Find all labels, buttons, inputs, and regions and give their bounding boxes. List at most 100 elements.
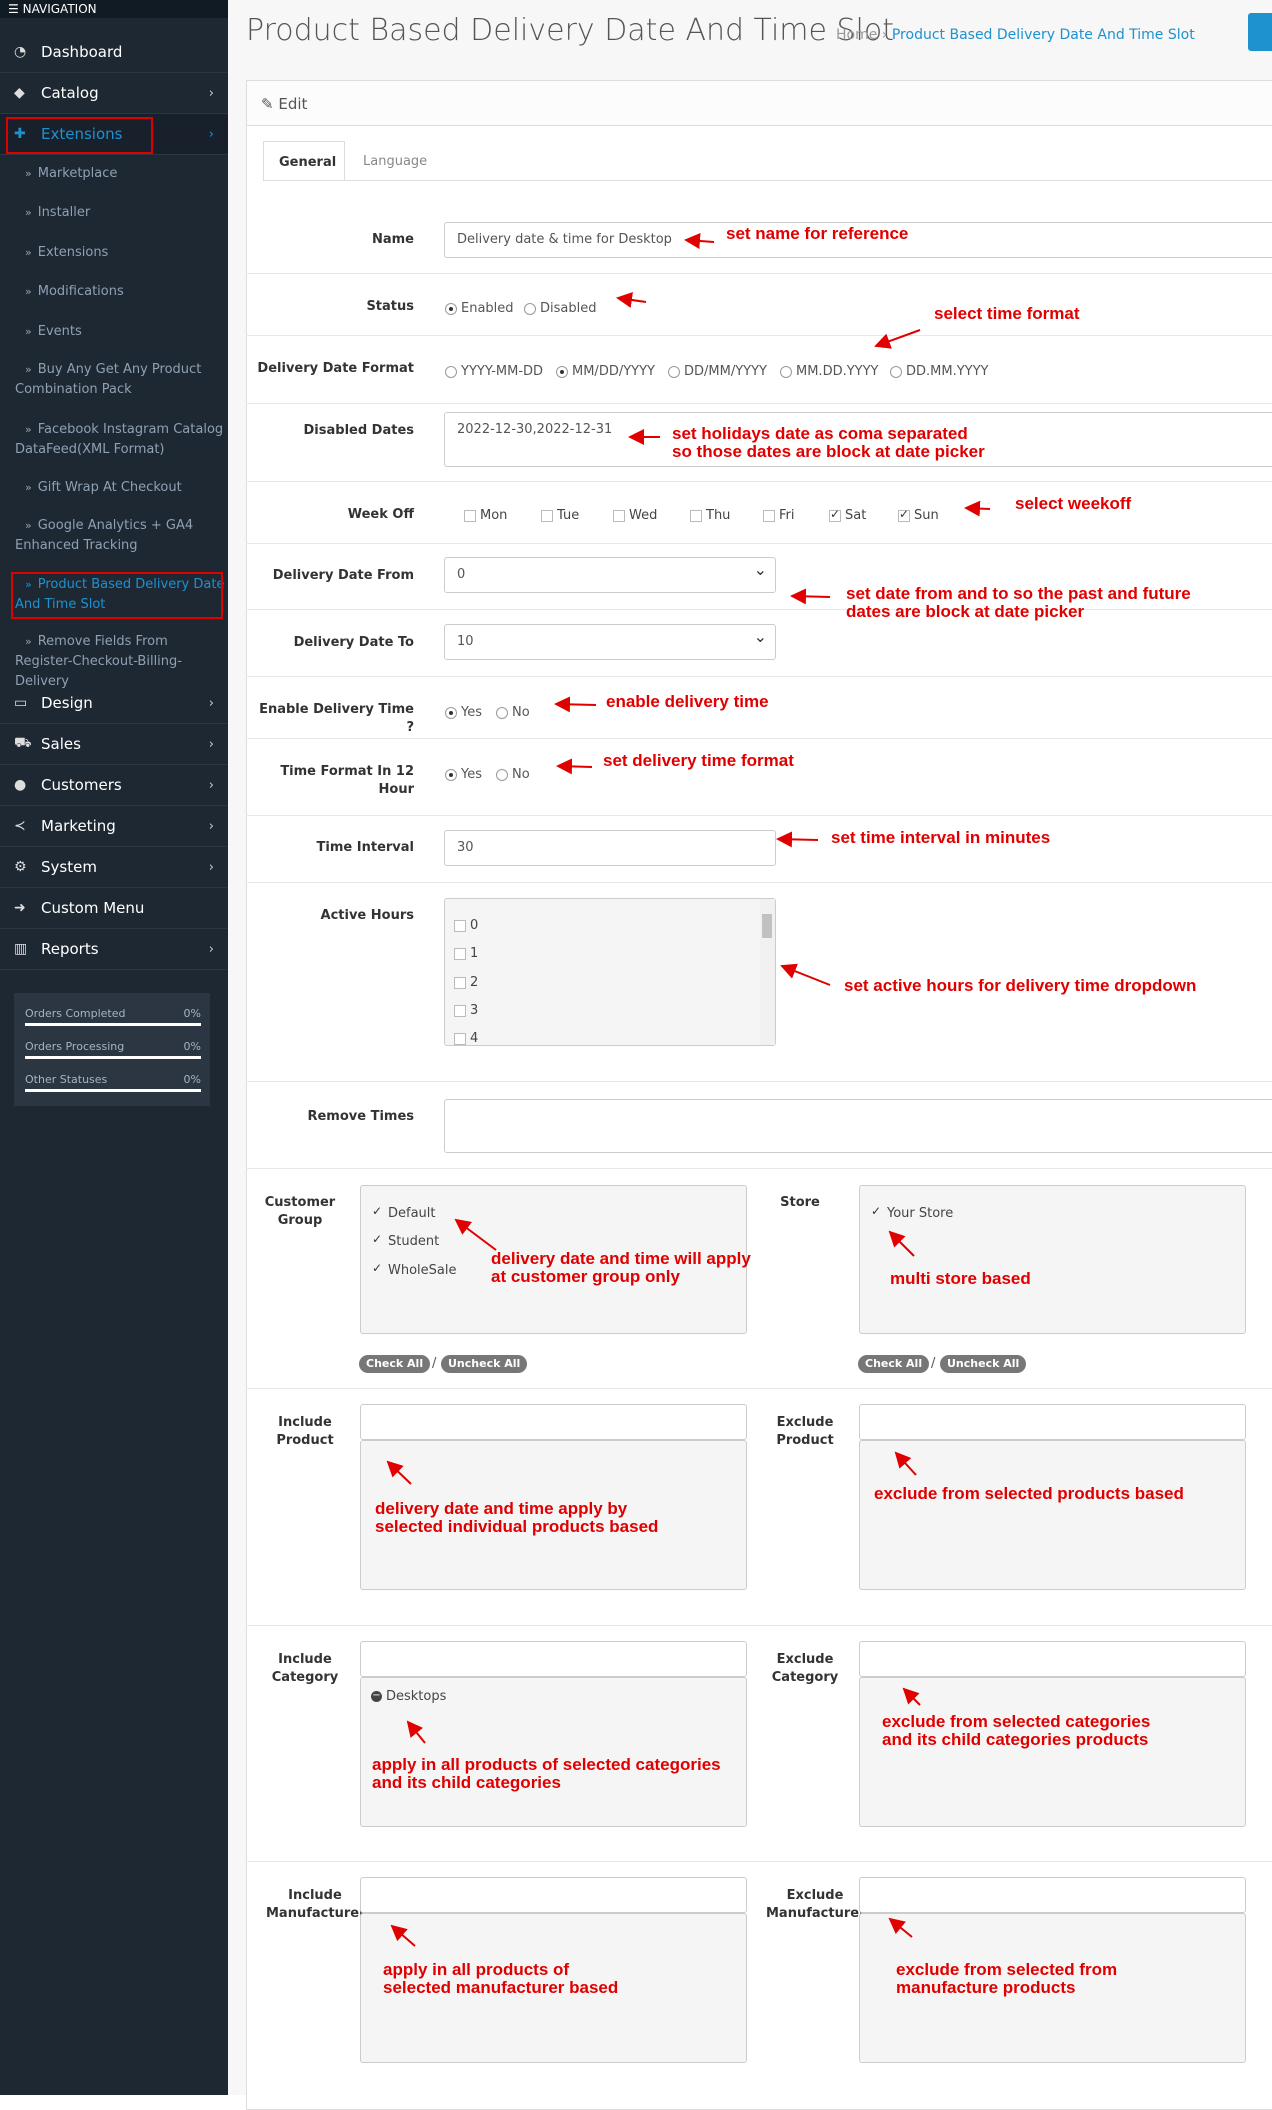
date-to-select[interactable]: 10 <box>444 624 776 660</box>
store-uncheck-all-button[interactable]: Uncheck All <box>940 1355 1027 1373</box>
annotation-include-product: delivery date and time apply by selected … <box>375 1499 659 1536</box>
submenu-buy-any-get-any[interactable]: » Buy Any Get Any Product Combination Pac… <box>15 360 225 400</box>
annotation-date-range: set date from and to so the past and fut… <box>846 584 1191 621</box>
submenu-events[interactable]: » Events <box>15 322 225 342</box>
divider <box>246 1625 1272 1626</box>
double-chevron-icon: » <box>25 423 32 436</box>
double-chevron-icon: » <box>25 363 32 376</box>
chevron-right-icon: › <box>208 818 214 834</box>
include-product-input[interactable] <box>360 1404 747 1440</box>
submenu-modifications[interactable]: » Modifications <box>15 282 225 302</box>
time-interval-input[interactable]: 30 <box>444 830 776 866</box>
chevron-right-icon: › <box>208 941 214 957</box>
divider <box>246 481 1272 482</box>
submenu-installer[interactable]: » Installer <box>15 203 225 223</box>
chevron-right-icon: › <box>208 859 214 875</box>
active-hour-item[interactable]: 3 <box>454 1003 478 1018</box>
include-manufacturer-input[interactable] <box>360 1877 747 1913</box>
minus-circle-icon[interactable]: − <box>371 1691 382 1702</box>
remove-times-textarea[interactable] <box>444 1099 1272 1153</box>
disabled-dates-label: Disabled Dates <box>303 423 415 438</box>
date-format-mm-dd-yyyy[interactable]: MM/DD/YYYY <box>556 364 655 379</box>
customer-check-all-button[interactable]: Check All <box>359 1355 431 1373</box>
active-hours-list[interactable] <box>444 898 776 1046</box>
chevron-right-icon: › <box>208 736 214 752</box>
scrollbar-thumb[interactable] <box>762 914 772 938</box>
customer-group-wholesale[interactable]: WholeSale <box>372 1261 457 1279</box>
exclude-product-input[interactable] <box>859 1404 1246 1440</box>
weekoff-mon-checkbox[interactable]: Mon <box>464 508 507 523</box>
status-disabled-radio[interactable]: Disabled <box>524 301 596 316</box>
active-hour-item[interactable]: 0 <box>454 918 478 933</box>
double-chevron-icon: » <box>25 635 32 648</box>
time-interval-label: Time Interval <box>316 840 414 855</box>
time-format-no-radio[interactable]: No <box>496 767 530 782</box>
time-format-yes-radio[interactable]: Yes <box>445 767 482 782</box>
menu-item-design[interactable]: ▭ Design › <box>0 683 228 724</box>
tab-general[interactable]: General <box>263 141 345 181</box>
store-check-all-button[interactable]: Check All <box>858 1355 930 1373</box>
menu-item-sales[interactable]: ⛟ Sales › <box>0 724 228 765</box>
date-format-dd-mm-yyyy-dot[interactable]: DD.MM.YYYY <box>890 364 988 379</box>
exclude-manufacturer-input[interactable] <box>859 1877 1246 1913</box>
divider <box>246 1168 1272 1169</box>
submenu-gift-wrap[interactable]: » Gift Wrap At Checkout <box>15 478 225 498</box>
enable-time-no-radio[interactable]: No <box>496 705 530 720</box>
enable-time-yes-radio[interactable]: Yes <box>445 705 482 720</box>
weekoff-sat-checkbox[interactable]: Sat <box>829 507 866 523</box>
double-chevron-icon: » <box>25 481 32 494</box>
active-hour-item[interactable]: 1 <box>454 946 478 961</box>
weekoff-sun-checkbox[interactable]: Sun <box>898 507 939 523</box>
customer-group-default[interactable]: Default <box>372 1204 436 1222</box>
weekoff-thu-checkbox[interactable]: Thu <box>690 508 730 523</box>
divider <box>246 403 1272 404</box>
exclude-category-well <box>859 1677 1246 1827</box>
menu-item-marketing[interactable]: ≺ Marketing › <box>0 806 228 847</box>
date-format-dd-mm-yyyy[interactable]: DD/MM/YYYY <box>668 364 767 379</box>
include-category-input[interactable] <box>360 1641 747 1677</box>
highlight-extensions <box>6 117 153 154</box>
submenu-google-analytics[interactable]: » Google Analytics + GA4 Enhanced Trackin… <box>15 516 225 556</box>
exclude-manufacturer-label: Exclude Manufacturer <box>766 1888 866 1921</box>
tab-language[interactable]: Language <box>348 141 438 181</box>
menu-item-custom-menu[interactable]: ➜ Custom Menu <box>0 888 228 929</box>
weekoff-fri-checkbox[interactable]: Fri <box>763 508 795 523</box>
hamburger-icon[interactable]: ☰ <box>8 2 19 16</box>
store-your-store[interactable]: Your Store <box>871 1204 953 1222</box>
date-format-mm-dd-yyyy-dot[interactable]: MM.DD.YYYY <box>780 364 878 379</box>
annotation-enable-time: enable delivery time <box>606 692 769 711</box>
stat-orders-processing: Orders Processing 0% <box>25 1040 201 1059</box>
annotation-exclude-product: exclude from selected products based <box>874 1484 1184 1503</box>
progress-bar <box>25 1089 201 1092</box>
chevron-right-icon: › <box>208 85 214 101</box>
breadcrumb-home[interactable]: Home <box>836 27 877 43</box>
exclude-product-label: Exclude Product <box>776 1415 834 1448</box>
active-hour-item[interactable]: 4 <box>454 1031 478 1046</box>
menu-item-reports[interactable]: ▥ Reports › <box>0 929 228 970</box>
status-enabled-radio[interactable]: Enabled <box>445 301 514 316</box>
date-format-yyyy-mm-dd[interactable]: YYYY-MM-DD <box>445 364 543 379</box>
submenu-marketplace[interactable]: » Marketplace <box>15 164 225 184</box>
menu-item-system[interactable]: ⚙ System › <box>0 847 228 888</box>
exclude-category-input[interactable] <box>859 1641 1246 1677</box>
menu-item-catalog[interactable]: ◆ Catalog › <box>0 73 228 114</box>
breadcrumb-current[interactable]: Product Based Delivery Date And Time Slo… <box>892 27 1195 43</box>
enable-time-label: Enable Delivery Time ? <box>259 702 414 735</box>
share-icon: ≺ <box>14 818 26 834</box>
active-hour-item[interactable]: 2 <box>454 975 478 990</box>
remove-times-label: Remove Times <box>307 1109 414 1124</box>
time-format-label: Time Format In 12 Hour <box>280 764 414 797</box>
submenu-facebook-catalog[interactable]: » Facebook Instagram Catalog DataFeed(XML… <box>15 420 225 460</box>
save-button[interactable] <box>1248 13 1272 51</box>
submenu-extensions[interactable]: » Extensions <box>15 243 225 263</box>
weekoff-tue-checkbox[interactable]: Tue <box>541 508 579 523</box>
tab-divider <box>263 180 1272 181</box>
progress-bar <box>25 1056 201 1059</box>
weekoff-wed-checkbox[interactable]: Wed <box>613 508 657 523</box>
menu-item-dashboard[interactable]: ◔ Dashboard <box>0 32 228 73</box>
date-from-select[interactable]: 0 <box>444 557 776 593</box>
menu-item-customers[interactable]: ● Customers › <box>0 765 228 806</box>
customer-group-student[interactable]: Student <box>372 1232 439 1250</box>
date-format-label: Delivery Date Format <box>257 361 414 376</box>
customer-uncheck-all-button[interactable]: Uncheck All <box>441 1355 528 1373</box>
